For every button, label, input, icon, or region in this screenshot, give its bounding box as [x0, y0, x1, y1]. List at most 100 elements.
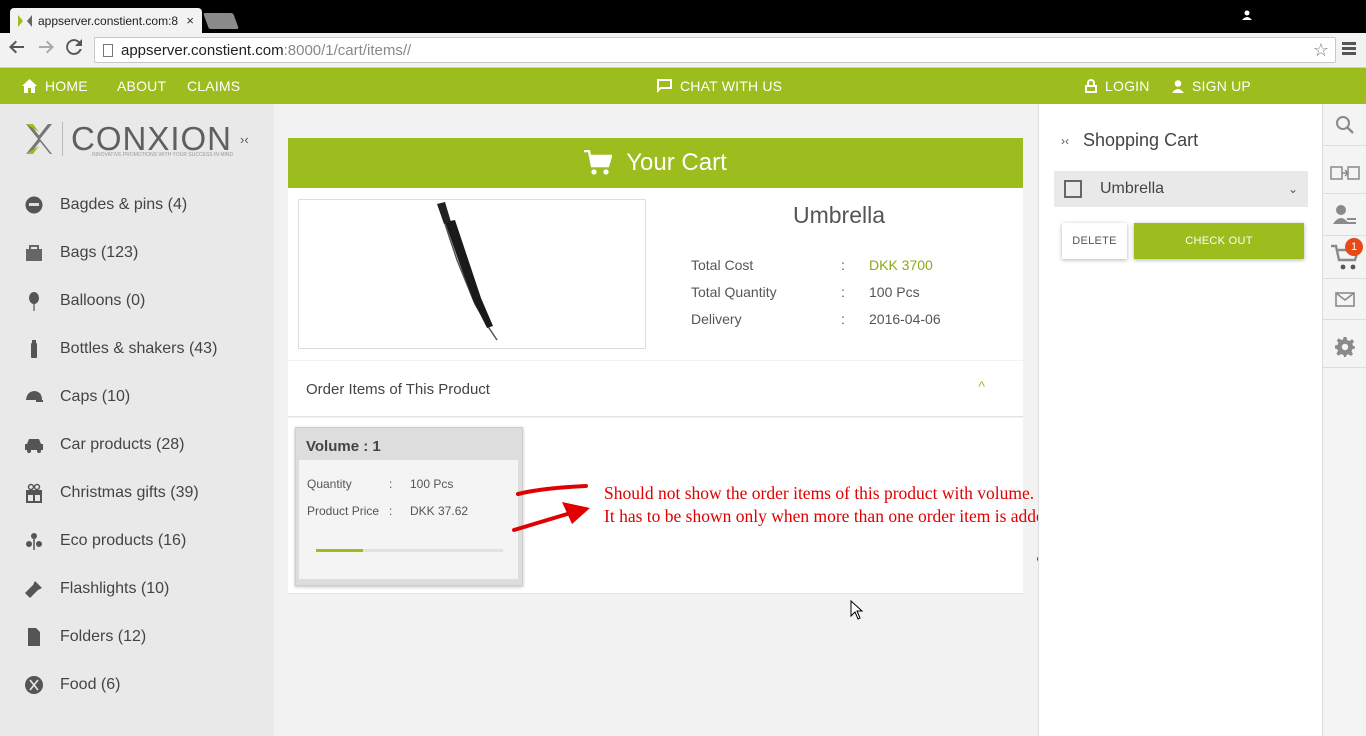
right-icon-rail: 1: [1322, 104, 1366, 736]
shopping-cart-panel: ›‹ Shopping Cart Umbrella ⌄ DELETE CHECK…: [1038, 104, 1322, 736]
tab-title: appserver.constient.com:8: [38, 13, 179, 28]
mail-icon[interactable]: [1323, 278, 1366, 320]
category-item[interactable]: Eco products (16): [24, 531, 186, 551]
category-label: Flashlights (10): [60, 580, 170, 597]
order-items-accordion-header[interactable]: Order Items of This Product ^: [288, 361, 1023, 417]
volume-progress-bar: [316, 549, 503, 552]
info-label: Delivery: [691, 311, 742, 327]
nav-claims[interactable]: CLAIMS: [187, 78, 240, 94]
total-cost-row: Total Cost : DKK 3700: [691, 257, 933, 273]
info-label: Total Quantity: [691, 284, 777, 300]
site-header: HOME ABOUT CLAIMS CHAT WITH US LOGIN SIG…: [0, 68, 1366, 104]
nav-chat-label: CHAT WITH US: [680, 78, 783, 94]
category-item[interactable]: Flashlights (10): [24, 579, 169, 599]
bag-icon: [24, 243, 44, 263]
nav-chat[interactable]: CHAT WITH US: [657, 78, 782, 94]
cart-item-checkbox[interactable]: [1064, 180, 1082, 198]
cart-title: Your Cart: [626, 149, 727, 176]
category-item[interactable]: Car products (28): [24, 435, 185, 455]
nav-login-label: LOGIN: [1105, 78, 1150, 94]
browser-tab[interactable]: appserver.constient.com:8 ×: [10, 8, 202, 33]
reload-icon[interactable]: [66, 39, 82, 60]
cap-icon: [24, 387, 44, 407]
logo-tagline: INNOVATIVE PROMOTIONS WITH YOUR SUCCESS …: [92, 152, 234, 158]
bookmark-star-icon[interactable]: ☆: [1313, 40, 1329, 61]
nav-login[interactable]: LOGIN: [1085, 78, 1150, 94]
volume-card[interactable]: Volume : 1 Quantity : 100 Pcs Product Pr…: [295, 427, 523, 586]
product-image[interactable]: [298, 199, 646, 349]
cart-icon: [584, 150, 613, 175]
info-separator: :: [841, 311, 845, 327]
info-separator: :: [841, 284, 845, 300]
collapse-cart-icon[interactable]: ›‹: [1061, 134, 1069, 148]
volume-price-row: Product Price : DKK 37.62: [307, 504, 468, 518]
tab-close-icon[interactable]: ×: [186, 13, 194, 28]
checkout-button[interactable]: CHECK OUT: [1134, 223, 1304, 259]
category-item[interactable]: Caps (10): [24, 387, 130, 407]
conxion-logo[interactable]: CONXION INNOVATIVE PROMOTIONS WITH YOUR …: [24, 122, 234, 158]
forward-arrow-icon[interactable]: [38, 39, 54, 60]
category-label: Folders (12): [60, 628, 147, 645]
category-item[interactable]: Bags (123): [24, 243, 138, 263]
annotation-line-1: Should not show the order items of this …: [604, 483, 1035, 503]
compare-icon[interactable]: [1323, 152, 1366, 194]
shopping-cart-title: Shopping Cart: [1083, 130, 1199, 150]
volume-quantity-row: Quantity : 100 Pcs: [307, 477, 453, 491]
chevron-down-icon[interactable]: ⌄: [1288, 182, 1298, 196]
page-icon: [103, 43, 113, 57]
volume-separator: :: [389, 504, 393, 518]
category-item[interactable]: Christmas gifts (39): [24, 483, 199, 503]
total-quantity-row: Total Quantity : 100 Pcs: [691, 284, 920, 300]
nav-about[interactable]: ABOUT: [117, 78, 166, 94]
new-tab-button[interactable]: [203, 13, 239, 29]
conxion-logo-mark-icon: [26, 124, 52, 154]
category-item[interactable]: Bagdes & pins (4): [24, 195, 187, 215]
category-item[interactable]: Food (6): [24, 675, 120, 695]
user-admin-icon[interactable]: [1323, 194, 1366, 236]
browser-menu-icon[interactable]: [1342, 42, 1356, 57]
nav-home[interactable]: HOME: [22, 78, 88, 94]
category-item[interactable]: Bottles & shakers (43): [24, 339, 217, 359]
volume-label: Product Price: [307, 504, 380, 518]
url-path: :8000/1/cart/items//: [283, 41, 412, 59]
category-label: Bags (123): [60, 244, 139, 261]
collapse-sidebar-icon[interactable]: ›‹: [240, 132, 249, 147]
lock-icon: [1085, 79, 1097, 93]
chat-icon: [657, 79, 672, 93]
category-label: Car products (28): [60, 436, 185, 453]
eco-icon: [24, 531, 44, 551]
profile-icon[interactable]: [1242, 9, 1252, 23]
site-favicon-icon: [18, 14, 32, 27]
gift-icon: [24, 483, 44, 503]
delete-button[interactable]: DELETE: [1062, 223, 1127, 259]
total-quantity-value: 100 Pcs: [869, 284, 920, 300]
volume-details: Quantity : 100 Pcs Product Price : DKK 3…: [299, 460, 518, 579]
nav-about-label: ABOUT: [117, 78, 167, 94]
user-icon: [1172, 79, 1184, 93]
food-icon: [24, 675, 44, 695]
nav-signup[interactable]: SIGN UP: [1172, 78, 1251, 94]
info-label: Total Cost: [691, 257, 754, 273]
back-arrow-icon[interactable]: [9, 39, 25, 60]
cart-item-row[interactable]: Umbrella ⌄: [1054, 171, 1308, 207]
total-cost-value: DKK 3700: [869, 257, 933, 273]
cart-count-badge: 1: [1345, 238, 1363, 256]
chevron-up-icon[interactable]: ^: [978, 378, 985, 394]
browser-tab-bar: appserver.constient.com:8 ×: [0, 0, 1366, 33]
address-bar[interactable]: appserver.constient.com:8000/1/cart/item…: [94, 37, 1336, 63]
category-label: Balloons (0): [60, 292, 146, 309]
volume-progress-fill: [316, 549, 363, 552]
volume-label: Quantity: [307, 477, 352, 491]
umbrella-image-icon: [437, 202, 498, 341]
browser-toolbar: appserver.constient.com:8000/1/cart/item…: [0, 33, 1366, 68]
settings-icon[interactable]: [1323, 326, 1366, 368]
search-icon[interactable]: [1323, 104, 1366, 146]
delivery-value: 2016-04-06: [869, 311, 941, 327]
nav-signup-label: SIGN UP: [1192, 78, 1251, 94]
order-items-title: Order Items of This Product: [306, 381, 490, 398]
volume-price-value: DKK 37.62: [410, 504, 469, 518]
balloon-icon: [24, 291, 44, 311]
your-cart-banner: Your Cart: [288, 138, 1023, 188]
category-item[interactable]: Balloons (0): [24, 291, 145, 311]
category-item[interactable]: Folders (12): [24, 627, 146, 647]
